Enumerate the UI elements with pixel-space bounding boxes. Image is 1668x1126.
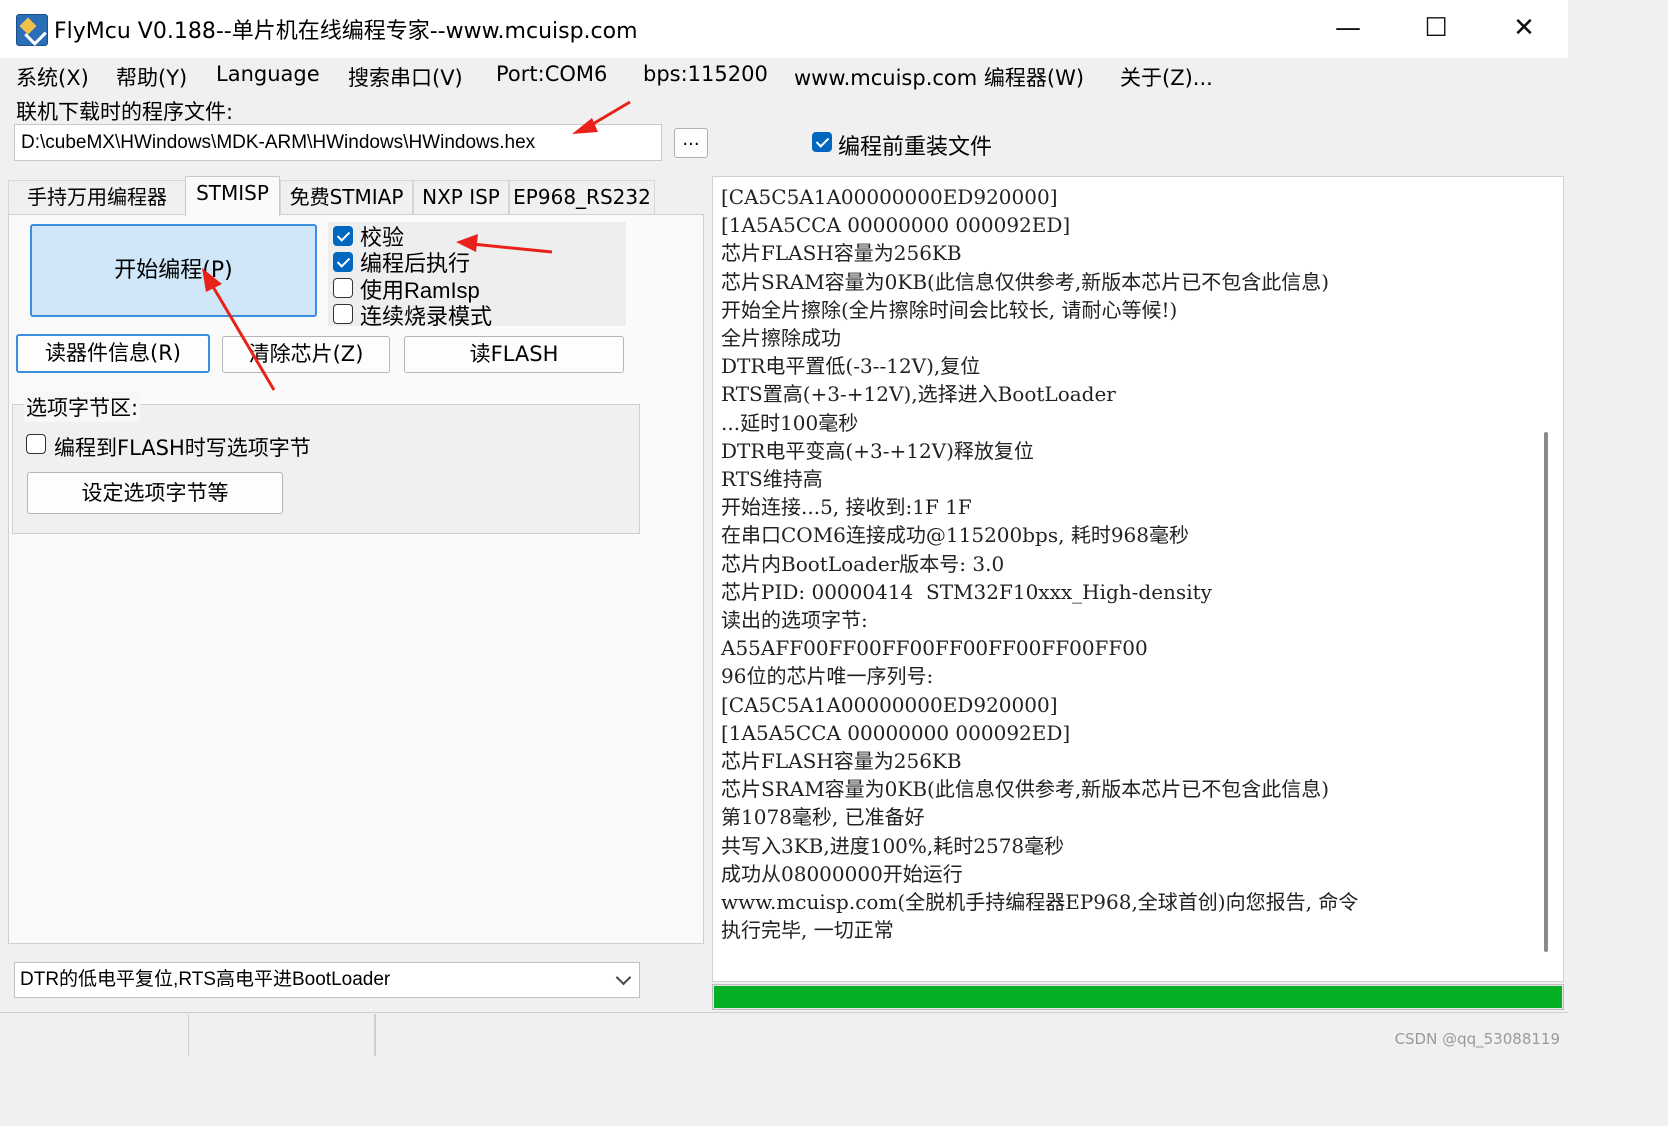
menu-bar: 系统(X) 帮助(Y) Language 搜索串口(V) Port:COM6 b…	[0, 58, 1568, 96]
status-cell-1	[0, 1014, 189, 1056]
log-line: DTR电平变高(+3-+12V)释放复位	[721, 438, 1034, 463]
log-line: 全片擦除成功	[721, 326, 841, 351]
status-cell-3	[374, 1014, 376, 1056]
start-programming-button[interactable]: 开始编程(P)	[30, 224, 317, 317]
maximize-button[interactable]: ☐	[1392, 0, 1480, 58]
window-title: FlyMcu V0.188--单片机在线编程专家--www.mcuisp.com	[54, 19, 638, 44]
close-button[interactable]: ✕	[1480, 0, 1568, 58]
tab-nxp-isp[interactable]: NXP ISP	[413, 180, 509, 214]
log-line: www.mcuisp.com(全脱机手持编程器EP968,全球首创)向您报告, …	[721, 890, 1359, 915]
menu-about[interactable]: 关于(Z)...	[1120, 62, 1213, 92]
reload-checkbox[interactable]	[812, 132, 832, 152]
erase-chip-button[interactable]: 清除芯片(Z)	[222, 336, 390, 373]
menu-search-port[interactable]: 搜索串口(V)	[348, 62, 463, 92]
write-option-bytes-label: 编程到FLASH时写选项字节	[54, 436, 311, 460]
log-line: [CA5C5A1A00000000ED920000]	[721, 185, 1058, 209]
log-line: 芯片FLASH容量为256KB	[721, 241, 962, 266]
log-line: 共写入3KB,进度100%,耗时2578毫秒	[721, 833, 1065, 858]
tab-free-stmiap[interactable]: 免费STMIAP	[280, 180, 413, 214]
log-scrollbar-thumb[interactable]	[1544, 432, 1548, 952]
log-line: DTR电平置低(-3--12V),复位	[721, 354, 981, 379]
log-line: 第1078毫秒, 已准备好	[721, 805, 925, 830]
menu-port[interactable]: Port:COM6	[496, 62, 607, 86]
log-line: 执行完毕, 一切正常	[721, 918, 894, 943]
log-line: 芯片PID: 00000414 STM32F10xxx_High-density	[721, 579, 1212, 604]
log-line: ...延时100毫秒	[721, 410, 859, 435]
write-option-bytes-checkbox[interactable]	[26, 434, 46, 454]
option-bytes-title: 选项字节区:	[24, 392, 141, 422]
status-cell-2	[188, 1014, 375, 1056]
read-device-info-button[interactable]: 读器件信息(R)	[16, 334, 210, 373]
reset-mode-value: DTR的低电平复位,RTS高电平进BootLoader	[20, 969, 391, 990]
menu-programmer[interactable]: www.mcuisp.com 编程器(W)	[794, 62, 1084, 92]
read-flash-button[interactable]: 读FLASH	[404, 336, 624, 373]
log-line: 开始全片擦除(全片擦除时间会比较长, 请耐心等候!)	[721, 297, 1178, 322]
watermark: CSDN @qq_53088119	[1394, 1030, 1560, 1048]
log-line: 芯片FLASH容量为256KB	[721, 749, 962, 774]
log-line: A55AFF00FF00FF00FF00FF00FF00FF00	[721, 636, 1148, 661]
log-output[interactable]: [CA5C5A1A00000000ED920000] [1A5A5CCA 0000…	[712, 176, 1564, 982]
log-line: [1A5A5CCA 00000000 000092ED]	[721, 213, 1071, 238]
log-line: 读出的选项字节:	[721, 608, 868, 633]
menu-language[interactable]: Language	[216, 62, 320, 86]
log-line: 成功从08000000开始运行	[721, 861, 963, 886]
tab-handheld-programmer[interactable]: 手持万用编程器	[8, 180, 186, 214]
log-line: 在串口COM6连接成功@115200bps, 耗时968毫秒	[721, 523, 1190, 548]
log-line: 96位的芯片唯一序列号:	[721, 664, 934, 689]
log-lines: [CA5C5A1A00000000ED920000] [1A5A5CCA 0000…	[721, 183, 1358, 944]
browse-button[interactable]: ...	[674, 128, 708, 158]
log-line: 芯片SRAM容量为0KB(此信息仅供参考,新版本芯片已不包含此信息)	[721, 269, 1330, 294]
menu-help[interactable]: 帮助(Y)	[116, 62, 187, 92]
use-ramisp-checkbox[interactable]	[333, 278, 353, 298]
app-icon	[16, 14, 48, 46]
progress-bar	[712, 984, 1564, 1010]
chevron-down-icon	[615, 969, 632, 986]
continuous-burn-label: 连续烧录模式	[360, 305, 493, 330]
minimize-button[interactable]: —	[1304, 0, 1392, 58]
log-line: [CA5C5A1A00000000ED920000]	[721, 692, 1058, 717]
log-line: RTS置高(+3-+12V),选择进入BootLoader	[721, 382, 1116, 407]
title-bar: FlyMcu V0.188--单片机在线编程专家--www.mcuisp.com…	[0, 0, 1568, 58]
file-label: 联机下载时的程序文件:	[16, 100, 234, 124]
continuous-burn-checkbox[interactable]	[333, 304, 353, 324]
menu-system[interactable]: 系统(X)	[16, 62, 89, 92]
log-line: 芯片SRAM容量为0KB(此信息仅供参考,新版本芯片已不包含此信息)	[721, 777, 1330, 802]
tab-ep968-rs232[interactable]: EP968_RS232	[509, 180, 655, 214]
reload-label: 编程前重装文件	[838, 135, 993, 160]
option-bytes-group	[12, 404, 640, 534]
progress-fill	[714, 986, 1562, 1008]
option-bytes-settings-button[interactable]: 设定选项字节等	[27, 472, 283, 514]
file-path-input[interactable]: D:\cubeMX\HWindows\MDK-ARM\HWindows\HWin…	[14, 124, 662, 161]
menu-bps[interactable]: bps:115200	[643, 62, 768, 86]
verify-checkbox[interactable]	[333, 226, 353, 246]
log-line: RTS维持高	[721, 467, 823, 492]
tab-stmisp[interactable]: STMISP	[185, 176, 280, 216]
log-line: 开始连接...5, 接收到:1F 1F	[721, 495, 972, 520]
log-line: [1A5A5CCA 00000000 000092ED]	[721, 720, 1071, 745]
log-line: 芯片内BootLoader版本号: 3.0	[721, 551, 1005, 576]
run-after-program-checkbox[interactable]	[333, 252, 353, 272]
reset-mode-select[interactable]: DTR的低电平复位,RTS高电平进BootLoader	[14, 962, 640, 998]
